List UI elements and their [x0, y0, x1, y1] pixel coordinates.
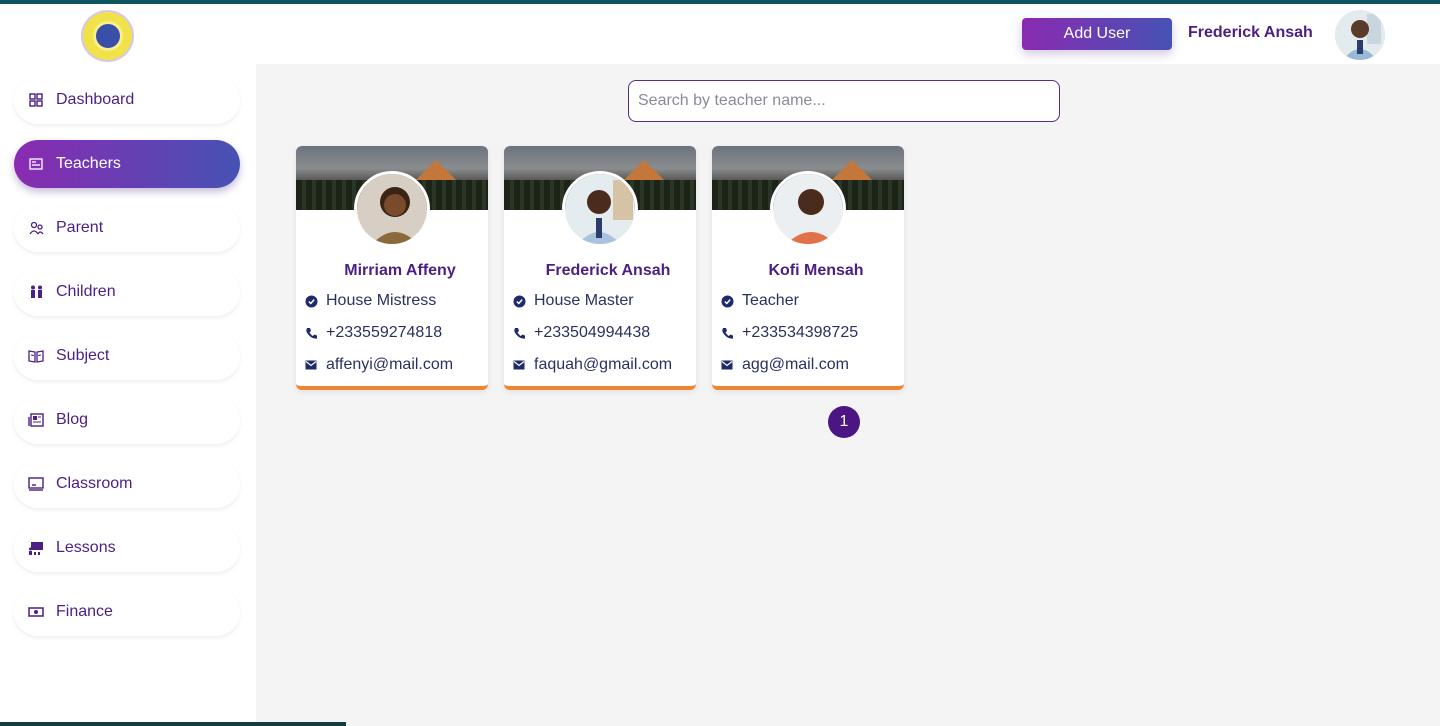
logo-emblem	[92, 21, 123, 51]
verified-badge-icon	[720, 294, 734, 308]
school-logo[interactable]	[81, 10, 134, 62]
lessons-icon	[28, 540, 44, 556]
add-user-button[interactable]: Add User	[1022, 18, 1172, 50]
sidebar-item-parent[interactable]: Parent	[14, 204, 240, 252]
sidebar-item-blog[interactable]: Blog	[14, 396, 240, 444]
sidebar: Dashboard Teachers Parent Children Subje…	[0, 64, 256, 726]
teacher-email-row: affenyi@mail.com	[304, 356, 453, 374]
teacher-photo	[354, 171, 430, 247]
id-card-icon	[28, 156, 44, 172]
teacher-search-input[interactable]	[628, 80, 1060, 122]
teacher-phone-row: +233504994438	[512, 324, 650, 342]
mail-icon	[304, 358, 318, 372]
teacher-role: Teacher	[742, 292, 799, 309]
newspaper-icon	[28, 412, 44, 428]
teacher-role: House Master	[534, 292, 634, 309]
avatar-image	[1335, 10, 1385, 60]
phone-icon	[304, 326, 318, 340]
teacher-email: faquah@gmail.com	[534, 356, 673, 373]
sidebar-item-label: Finance	[56, 603, 113, 620]
verified-badge-icon	[512, 294, 526, 308]
teacher-card[interactable]: Frederick Ansah House Master +2335049944…	[504, 146, 696, 390]
teacher-card[interactable]: Mirriam Affeny House Mistress +233559274…	[296, 146, 488, 390]
teacher-phone: +233534398725	[742, 324, 859, 341]
sidebar-item-label: Children	[56, 283, 116, 300]
sidebar-item-subject[interactable]: Subject	[14, 332, 240, 380]
sidebar-item-label: Parent	[56, 219, 104, 236]
sidebar-item-label: Classroom	[56, 475, 133, 492]
teacher-phone: +233504994438	[534, 324, 651, 341]
children-icon	[28, 284, 44, 300]
teacher-name: Kofi Mensah	[768, 262, 864, 279]
sidebar-item-teachers[interactable]: Teachers	[14, 140, 240, 188]
teacher-photo	[770, 171, 846, 247]
teacher-role-row: Teacher	[720, 292, 799, 310]
teacher-photo	[562, 171, 638, 247]
sidebar-item-label: Teachers	[56, 155, 121, 172]
money-icon	[28, 604, 44, 620]
teacher-card[interactable]: Kofi Mensah Teacher +233534398725 agg@ma…	[712, 146, 904, 390]
sidebar-item-label: Blog	[56, 411, 89, 428]
current-user-name[interactable]: Frederick Ansah	[1188, 24, 1313, 42]
header: Add User Frederick Ansah	[0, 4, 1440, 64]
board-icon	[28, 476, 44, 492]
book-icon	[28, 348, 44, 364]
teacher-email: agg@mail.com	[742, 356, 849, 373]
teacher-phone-row: +233534398725	[720, 324, 858, 342]
bottom-scrollbar[interactable]	[0, 722, 346, 726]
mail-icon	[720, 358, 734, 372]
phone-icon	[720, 326, 734, 340]
people-icon	[28, 220, 44, 236]
teacher-email-row: agg@mail.com	[720, 356, 849, 374]
sidebar-item-lessons[interactable]: Lessons	[14, 524, 240, 572]
sidebar-item-label: Subject	[56, 347, 110, 364]
teacher-role-row: House Mistress	[304, 292, 436, 310]
main-content: Mirriam Affeny House Mistress +233559274…	[256, 64, 1440, 726]
verified-badge-icon	[304, 294, 318, 308]
pagination-page-button[interactable]: 1	[828, 406, 860, 438]
sidebar-item-dashboard[interactable]: Dashboard	[14, 76, 240, 124]
teacher-phone: +233559274818	[326, 324, 443, 341]
teacher-email-row: faquah@gmail.com	[512, 356, 672, 374]
teacher-role-row: House Master	[512, 292, 634, 310]
teacher-role: House Mistress	[326, 292, 437, 309]
teacher-name: Mirriam Affeny	[344, 262, 456, 279]
teacher-name: Frederick Ansah	[545, 262, 671, 279]
teacher-phone-row: +233559274818	[304, 324, 442, 342]
sidebar-item-children[interactable]: Children	[14, 268, 240, 316]
sidebar-item-label: Lessons	[56, 539, 116, 556]
user-avatar[interactable]	[1335, 10, 1385, 60]
mail-icon	[512, 358, 526, 372]
sidebar-item-finance[interactable]: Finance	[14, 588, 240, 636]
sidebar-item-classroom[interactable]: Classroom	[14, 460, 240, 508]
phone-icon	[512, 326, 526, 340]
grid-icon	[28, 92, 44, 108]
sidebar-item-label: Dashboard	[56, 91, 135, 108]
teacher-email: affenyi@mail.com	[326, 356, 454, 373]
